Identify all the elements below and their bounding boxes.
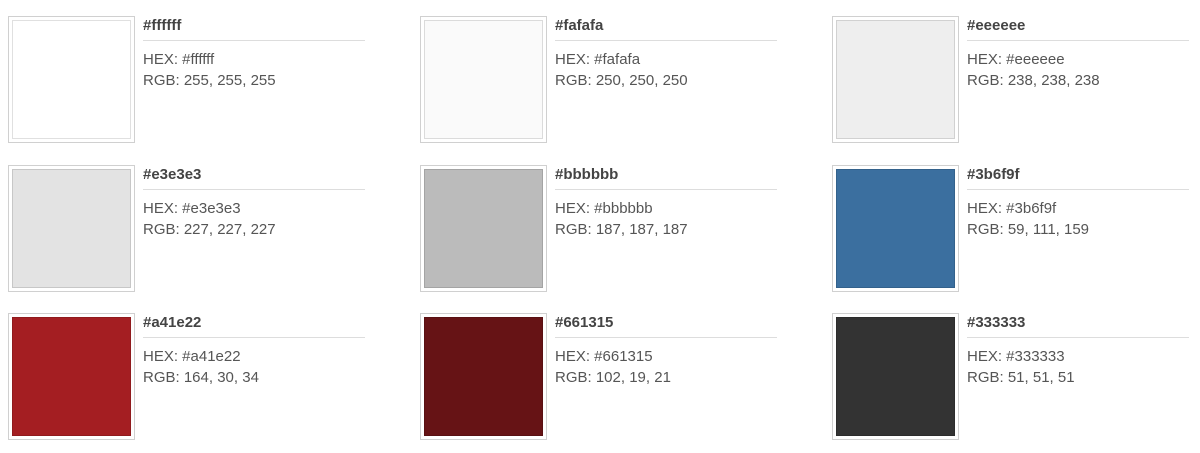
color-swatch bbox=[424, 169, 543, 288]
hex-value: HEX: #bbbbbb bbox=[555, 200, 653, 217]
rgb-value: RGB: 59, 111, 159 bbox=[967, 221, 1090, 238]
color-swatch bbox=[12, 169, 131, 288]
hex-value: HEX: #a41e22 bbox=[143, 348, 241, 365]
rgb-value: RGB: 255, 255, 255 bbox=[143, 72, 276, 89]
rgb-value: RGB: 164, 30, 34 bbox=[143, 369, 259, 386]
hex-value: HEX: #333333 bbox=[967, 348, 1065, 365]
color-swatch bbox=[424, 20, 543, 139]
swatch-frame bbox=[832, 313, 959, 440]
swatch-card: #333333 HEX: #333333 RGB: 51, 51, 51 bbox=[832, 313, 1192, 443]
hex-value: HEX: #eeeeee bbox=[967, 51, 1065, 68]
rgb-value: RGB: 187, 187, 187 bbox=[555, 221, 688, 238]
swatch-card: #eeeeee HEX: #eeeeee RGB: 238, 238, 238 bbox=[832, 16, 1192, 146]
swatch-frame bbox=[8, 313, 135, 440]
swatch-title: #e3e3e3 bbox=[143, 165, 365, 190]
swatch-card: #ffffff HEX: #ffffff RGB: 255, 255, 255 bbox=[8, 16, 368, 146]
swatch-title: #333333 bbox=[967, 313, 1189, 338]
swatch-info: #fafafa HEX: #fafafa RGB: 250, 250, 250 bbox=[555, 16, 777, 91]
swatch-frame bbox=[832, 165, 959, 292]
swatch-frame bbox=[420, 313, 547, 440]
color-swatch bbox=[836, 169, 955, 288]
color-swatch bbox=[12, 317, 131, 436]
hex-value: HEX: #3b6f9f bbox=[967, 200, 1057, 217]
swatch-frame bbox=[420, 165, 547, 292]
color-swatch bbox=[836, 317, 955, 436]
swatch-title: #3b6f9f bbox=[967, 165, 1189, 190]
hex-value: HEX: #e3e3e3 bbox=[143, 200, 241, 217]
swatch-card: #a41e22 HEX: #a41e22 RGB: 164, 30, 34 bbox=[8, 313, 368, 443]
swatch-info: #a41e22 HEX: #a41e22 RGB: 164, 30, 34 bbox=[143, 313, 365, 388]
swatch-card: #3b6f9f HEX: #3b6f9f RGB: 59, 111, 159 bbox=[832, 165, 1192, 295]
rgb-value: RGB: 227, 227, 227 bbox=[143, 221, 276, 238]
hex-value: HEX: #ffffff bbox=[143, 51, 215, 68]
swatch-card: #fafafa HEX: #fafafa RGB: 250, 250, 250 bbox=[420, 16, 780, 146]
swatch-title: #eeeeee bbox=[967, 16, 1189, 41]
swatch-info: #eeeeee HEX: #eeeeee RGB: 238, 238, 238 bbox=[967, 16, 1189, 91]
swatch-info: #661315 HEX: #661315 RGB: 102, 19, 21 bbox=[555, 313, 777, 388]
swatch-card: #e3e3e3 HEX: #e3e3e3 RGB: 227, 227, 227 bbox=[8, 165, 368, 295]
swatch-frame bbox=[8, 165, 135, 292]
swatch-info: #333333 HEX: #333333 RGB: 51, 51, 51 bbox=[967, 313, 1189, 388]
swatch-frame bbox=[832, 16, 959, 143]
swatch-info: #ffffff HEX: #ffffff RGB: 255, 255, 255 bbox=[143, 16, 365, 91]
swatch-frame bbox=[420, 16, 547, 143]
swatch-card: #661315 HEX: #661315 RGB: 102, 19, 21 bbox=[420, 313, 780, 443]
swatch-frame bbox=[8, 16, 135, 143]
swatch-info: #bbbbbb HEX: #bbbbbb RGB: 187, 187, 187 bbox=[555, 165, 777, 240]
swatch-title: #fafafa bbox=[555, 16, 777, 41]
rgb-value: RGB: 102, 19, 21 bbox=[555, 369, 671, 386]
swatch-title: #661315 bbox=[555, 313, 777, 338]
swatch-title: #bbbbbb bbox=[555, 165, 777, 190]
swatch-title: #a41e22 bbox=[143, 313, 365, 338]
swatch-title: #ffffff bbox=[143, 16, 365, 41]
color-swatch bbox=[12, 20, 131, 139]
swatch-card: #bbbbbb HEX: #bbbbbb RGB: 187, 187, 187 bbox=[420, 165, 780, 295]
rgb-value: RGB: 51, 51, 51 bbox=[967, 369, 1075, 386]
color-swatch bbox=[424, 317, 543, 436]
hex-value: HEX: #fafafa bbox=[555, 51, 641, 68]
rgb-value: RGB: 250, 250, 250 bbox=[555, 72, 688, 89]
hex-value: HEX: #661315 bbox=[555, 348, 653, 365]
swatch-info: #3b6f9f HEX: #3b6f9f RGB: 59, 111, 159 bbox=[967, 165, 1189, 240]
rgb-value: RGB: 238, 238, 238 bbox=[967, 72, 1100, 89]
swatch-info: #e3e3e3 HEX: #e3e3e3 RGB: 227, 227, 227 bbox=[143, 165, 365, 240]
color-swatch bbox=[836, 20, 955, 139]
color-palette: #ffffff HEX: #ffffff RGB: 255, 255, 255 … bbox=[0, 0, 1200, 453]
